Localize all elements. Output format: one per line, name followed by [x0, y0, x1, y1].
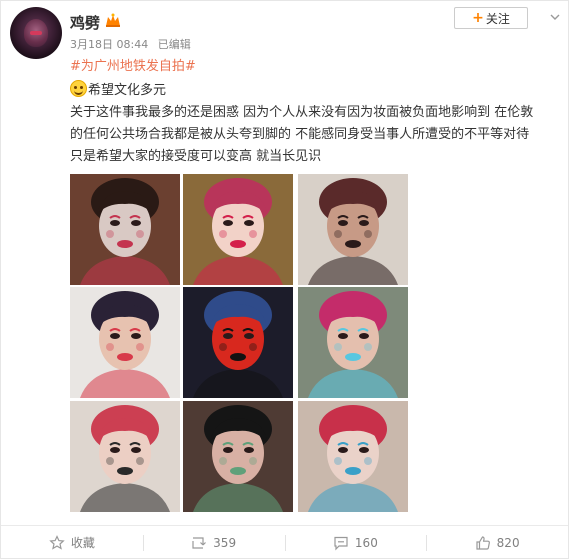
- weibo-post-card: 鸡劈 3月18日 08:44 已编辑 + 关注 #为广州地铁发自拍# 希望文化多…: [0, 0, 569, 559]
- comment-count: 160: [354, 535, 378, 550]
- photo-4[interactable]: [70, 287, 180, 398]
- post-body-line: 的任何公共场合我都是被从头夸到脚的 不能感同身受当事人所遭受的不平等对待: [70, 127, 530, 142]
- photo-7[interactable]: [70, 401, 180, 512]
- portrait-image: [70, 174, 180, 285]
- photo-1[interactable]: [70, 174, 180, 285]
- portrait-image: [183, 401, 293, 512]
- comment-icon: [334, 536, 348, 550]
- like-button[interactable]: 820: [426, 526, 568, 559]
- photo-3[interactable]: [298, 174, 408, 285]
- vip-badge-icon[interactable]: [104, 12, 122, 28]
- post-body: 关于这件事我最多的还是困惑 因为个人从来没有因为妆面被负面地影响到 在伦敦 的任…: [70, 102, 556, 168]
- photo-5[interactable]: [183, 287, 293, 398]
- photo-8[interactable]: [183, 401, 293, 512]
- smile-emoji-icon: [70, 80, 87, 97]
- username[interactable]: 鸡劈: [70, 12, 100, 33]
- follow-button[interactable]: + 关注: [454, 7, 528, 29]
- post-first-line: 希望文化多元: [70, 79, 166, 98]
- repost-icon: [192, 536, 207, 549]
- edited-label: 已编辑: [157, 38, 191, 51]
- post-body-line: 只是希望大家的接受度可以变高 就当长见识: [70, 149, 322, 164]
- thumbs-up-icon: [476, 535, 490, 550]
- post-meta: 3月18日 08:44 已编辑: [70, 36, 191, 52]
- post-timestamp[interactable]: 3月18日 08:44: [70, 38, 148, 51]
- post-body-line: 关于这件事我最多的还是困惑 因为个人从来没有因为妆面被负面地影响到 在伦敦: [70, 105, 534, 120]
- photo-9[interactable]: [298, 401, 408, 512]
- favorite-label: 收藏: [70, 536, 95, 550]
- action-bar: 收藏 359 160 820: [1, 525, 568, 559]
- like-count: 820: [496, 535, 520, 550]
- comment-button[interactable]: 160: [284, 526, 427, 559]
- portrait-image: [298, 287, 408, 398]
- repost-count: 359: [213, 535, 237, 550]
- photo-2[interactable]: [183, 174, 293, 285]
- follow-label: 关注: [485, 11, 510, 26]
- portrait-image: [298, 174, 408, 285]
- portrait-image: [183, 287, 293, 398]
- portrait-image: [298, 401, 408, 512]
- avatar[interactable]: [10, 7, 62, 59]
- plus-icon: +: [472, 10, 484, 26]
- star-icon: [49, 534, 65, 550]
- portrait-image: [70, 287, 180, 398]
- photo-6[interactable]: [298, 287, 408, 398]
- portrait-image: [183, 174, 293, 285]
- topic-link[interactable]: #为广州地铁发自拍#: [70, 55, 196, 74]
- portrait-image: [70, 401, 180, 512]
- repost-button[interactable]: 359: [142, 526, 285, 559]
- chevron-down-icon[interactable]: [550, 12, 560, 22]
- first-line-text: 希望文化多元: [88, 83, 167, 98]
- favorite-button[interactable]: 收藏: [1, 526, 143, 559]
